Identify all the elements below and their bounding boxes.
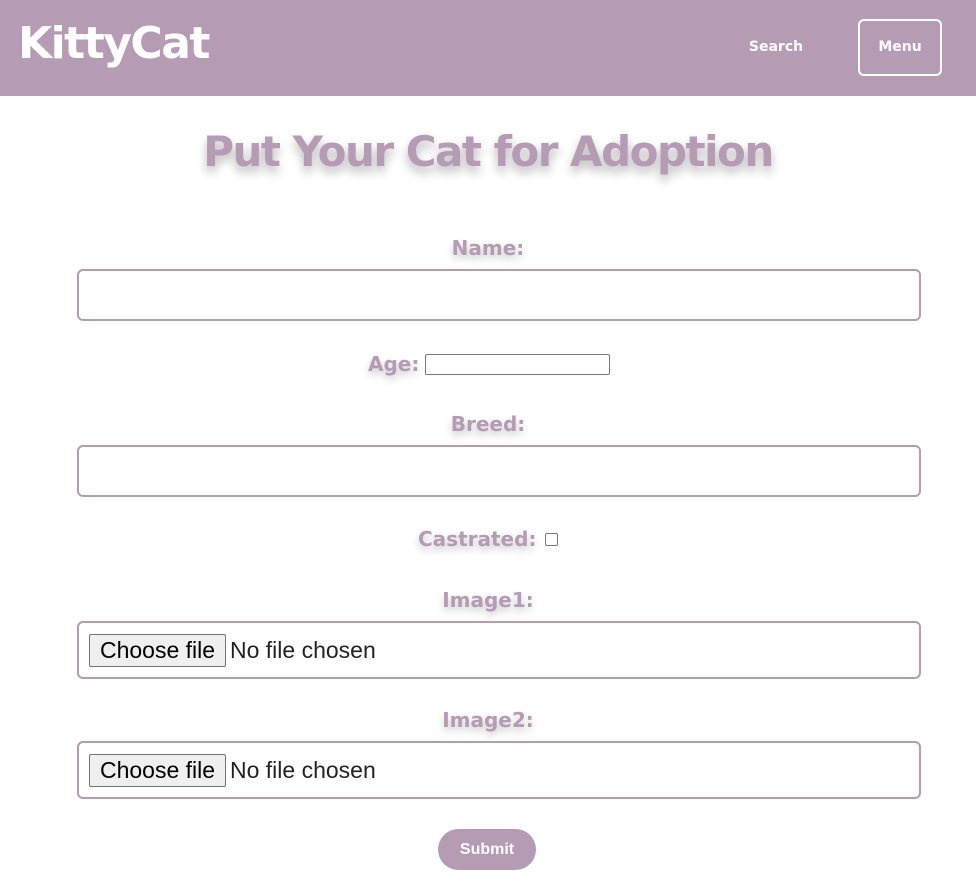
page-title: Put Your Cat for Adoption (203, 127, 774, 176)
image1-choose-file-button[interactable]: Choose file (89, 634, 226, 667)
age-input[interactable] (425, 353, 611, 375)
castrated-row: Castrated: (418, 525, 559, 553)
brand-logo[interactable]: KittyCat (18, 16, 210, 72)
breed-label: Breed: (450, 412, 526, 436)
image2-file-input[interactable]: Choose file No file chosen (77, 741, 921, 799)
breed-input[interactable] (77, 445, 921, 497)
image1-label: Image1: (442, 588, 534, 612)
menu-button[interactable]: Menu (858, 19, 942, 76)
age-label: Age: (368, 352, 420, 376)
castrated-checkbox[interactable] (545, 532, 559, 546)
image1-file-status: No file chosen (230, 637, 376, 663)
submit-button[interactable]: Submit (438, 829, 536, 870)
image1-file-input[interactable]: Choose file No file chosen (77, 621, 921, 679)
name-label: Name: (451, 236, 525, 260)
image2-choose-file-button[interactable]: Choose file (89, 754, 226, 787)
image2-label: Image2: (442, 708, 534, 732)
castrated-label: Castrated: (418, 527, 537, 551)
age-row: Age: (368, 350, 611, 378)
name-input[interactable] (77, 269, 921, 321)
search-link[interactable]: Search (734, 34, 818, 60)
navbar: KittyCat Search Menu (0, 0, 976, 96)
image2-file-status: No file chosen (230, 757, 376, 783)
